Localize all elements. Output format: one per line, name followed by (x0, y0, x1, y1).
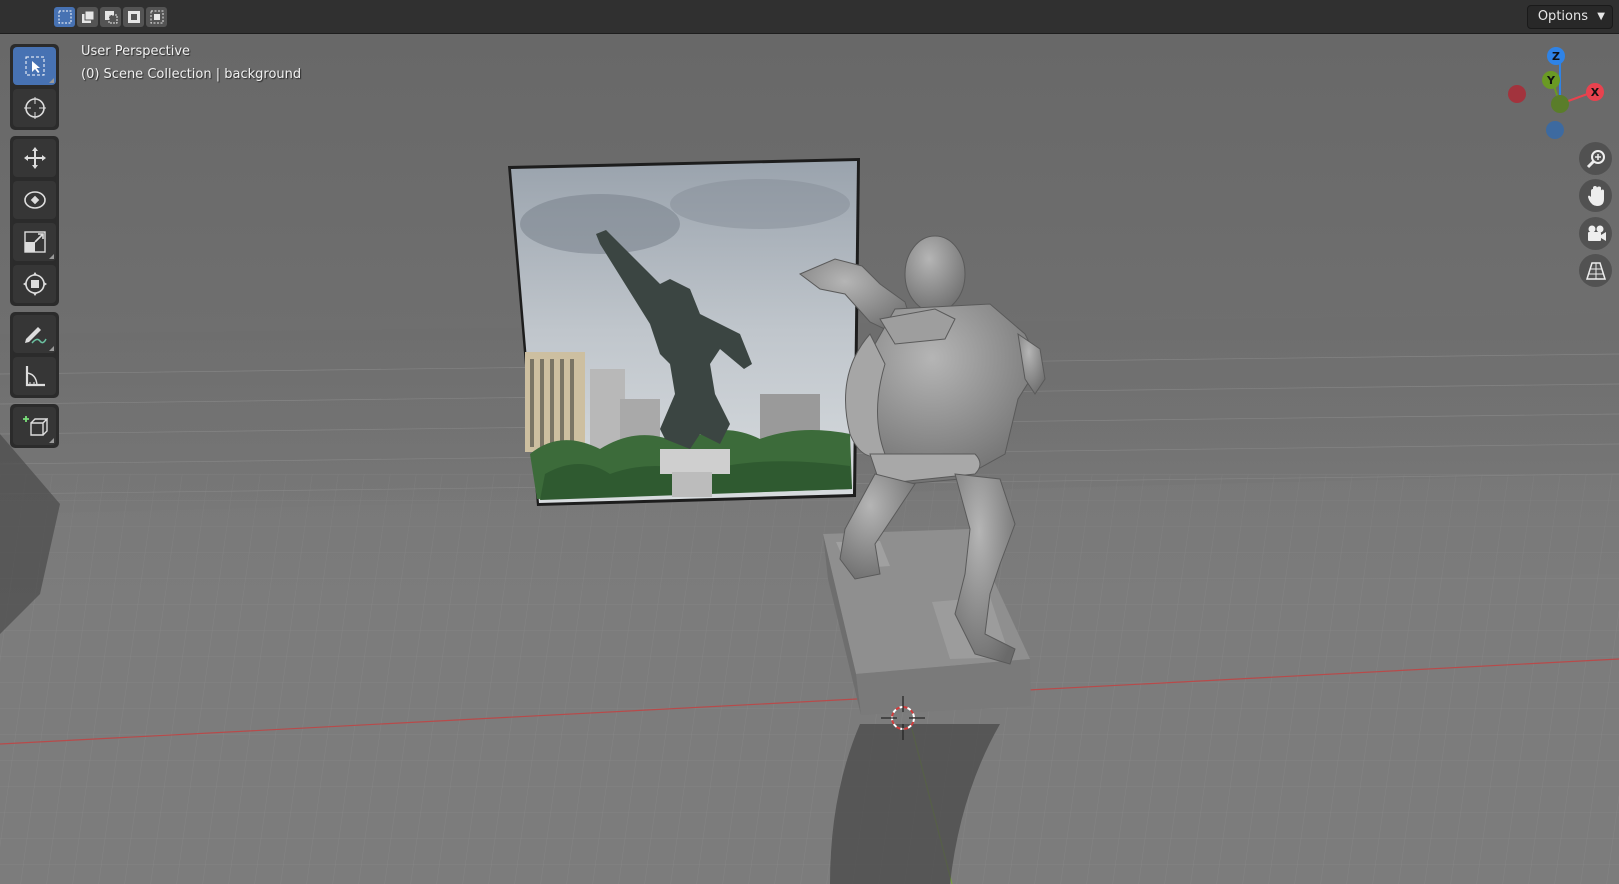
measure-tool[interactable] (13, 357, 56, 395)
rotate-tool[interactable] (13, 181, 56, 219)
gizmo-neg-x-handle[interactable] (1508, 85, 1526, 103)
select-extend-icon (81, 10, 94, 23)
pan-hand-icon (1587, 185, 1604, 206)
rotate-icon (23, 191, 46, 209)
transform-icon (22, 272, 47, 296)
gizmo-neg-z-handle[interactable] (1546, 121, 1564, 139)
move-tool[interactable] (13, 139, 56, 177)
select-mode-intersect-button[interactable] (146, 7, 167, 27)
tool-shelf (10, 44, 59, 454)
cursor-tool[interactable] (13, 89, 56, 127)
scene-render (0, 158, 1619, 884)
options-dropdown[interactable]: Options ▼ (1526, 5, 1613, 29)
scale-tool[interactable] (13, 223, 56, 261)
select-mode-extend-button[interactable] (77, 7, 98, 27)
zoom-button[interactable] (1579, 142, 1612, 175)
perspective-grid-icon (1585, 261, 1606, 280)
scene-collection-label: (0) Scene Collection | background (81, 67, 302, 82)
select-mode-set-button[interactable] (54, 7, 75, 27)
zoom-icon (1586, 149, 1605, 168)
annotate-tool[interactable] (13, 315, 56, 353)
tool-group-annotate (10, 312, 59, 398)
camera-icon (1587, 225, 1606, 241)
add-cube-icon (22, 416, 48, 436)
cursor-icon (23, 97, 46, 119)
viewport-header: Options ▼ (0, 0, 1619, 34)
reference-image-plane (508, 158, 860, 506)
navigation-gizmo[interactable]: Z Y X (1505, 42, 1615, 152)
pan-button[interactable] (1579, 179, 1612, 212)
measure-icon (25, 366, 45, 387)
gizmo-neg-y-handle[interactable] (1551, 95, 1569, 113)
scale-icon (23, 231, 46, 253)
move-icon (23, 147, 46, 169)
gizmo-z-label: Z (1552, 50, 1560, 63)
camera-view-button[interactable] (1579, 217, 1612, 250)
select-mode-subtract-button[interactable] (100, 7, 121, 27)
perspective-toggle-button[interactable] (1579, 254, 1612, 287)
tool-group-select (10, 44, 59, 130)
tool-group-add (10, 404, 59, 448)
select-set-icon (58, 10, 71, 24)
annotate-icon (24, 327, 47, 344)
select-box-icon (25, 56, 44, 76)
select-invert-icon (127, 11, 140, 23)
view-perspective-label: User Perspective (81, 44, 191, 59)
options-label: Options (1537, 9, 1588, 24)
add-cube-tool[interactable] (13, 407, 56, 445)
select-box-tool[interactable] (13, 47, 56, 85)
select-intersect-icon (150, 10, 163, 24)
transform-tool[interactable] (13, 265, 56, 303)
selection-mode-group (54, 7, 167, 27)
gizmo-x-label: X (1591, 86, 1600, 99)
chevron-down-icon: ▼ (1597, 11, 1605, 22)
3d-viewport[interactable]: User Perspective (0) Scene Collection | … (0, 34, 1619, 884)
select-subtract-icon (104, 11, 117, 24)
select-mode-invert-button[interactable] (123, 7, 144, 27)
gizmo-y-label: Y (1546, 74, 1556, 87)
tool-group-transform (10, 136, 59, 306)
